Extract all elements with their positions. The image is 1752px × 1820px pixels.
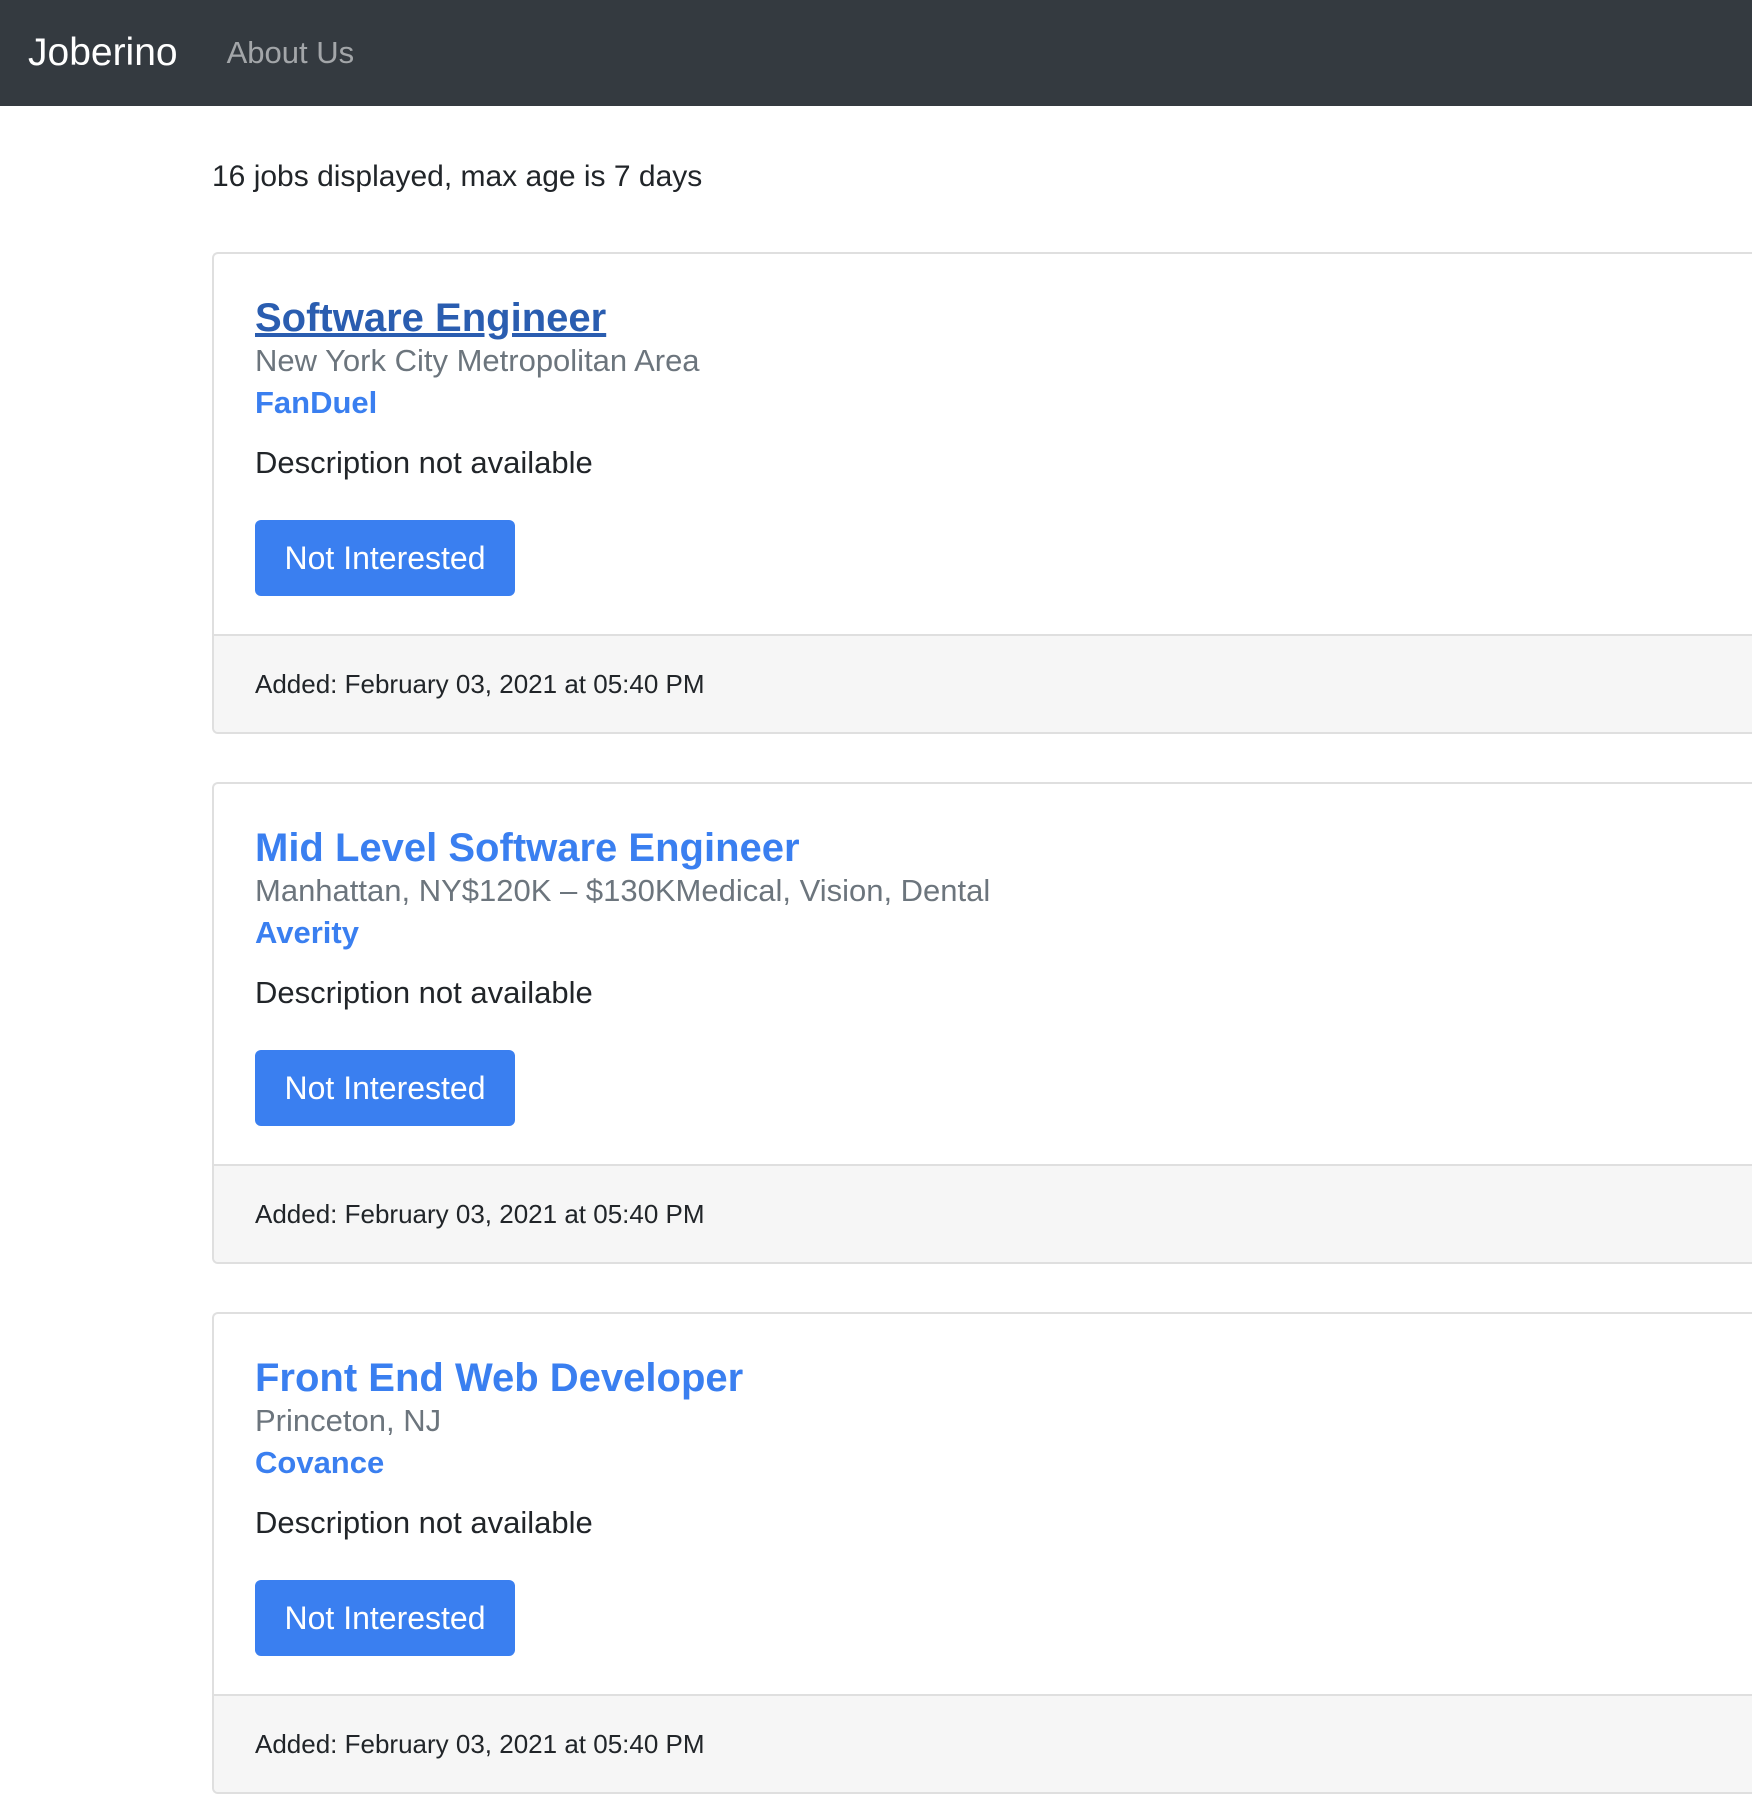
company-link[interactable]: FanDuel (255, 382, 1752, 424)
job-title-link[interactable]: Front End Web Developer (255, 1356, 743, 1400)
added-date: Added: February 03, 2021 at 05:40 PM (255, 1198, 705, 1229)
job-title-link[interactable]: Mid Level Software Engineer (255, 826, 800, 870)
navbar: Joberino About Us (0, 0, 1752, 106)
job-description: Description not available (255, 1505, 593, 1540)
job-location: New York City Metropolitan Area (255, 343, 700, 378)
not-interested-button[interactable]: Not Interested (255, 520, 515, 596)
card-footer: Added: February 03, 2021 at 05:40 PM (214, 1164, 1752, 1262)
brand-link[interactable]: Joberino (28, 31, 178, 75)
company-link[interactable]: Covance (255, 1442, 1752, 1484)
added-date: Added: February 03, 2021 at 05:40 PM (255, 668, 705, 699)
nav-about-us[interactable]: About Us (227, 35, 355, 71)
added-date: Added: February 03, 2021 at 05:40 PM (255, 1728, 705, 1759)
job-card: Software Engineer New York City Metropol… (212, 252, 1752, 734)
not-interested-button[interactable]: Not Interested (255, 1050, 515, 1126)
job-description: Description not available (255, 975, 593, 1010)
not-interested-button[interactable]: Not Interested (255, 1580, 515, 1656)
main-content: 16 jobs displayed, max age is 7 days Sof… (0, 160, 1752, 1794)
card-footer: Added: February 03, 2021 at 05:40 PM (214, 1694, 1752, 1792)
job-description: Description not available (255, 445, 593, 480)
job-location: Manhattan, NY$120K – $130KMedical, Visio… (255, 873, 991, 908)
job-card: Front End Web Developer Princeton, NJ Co… (212, 1312, 1752, 1794)
company-link[interactable]: Averity (255, 912, 1752, 954)
card-footer: Added: February 03, 2021 at 05:40 PM (214, 634, 1752, 732)
job-location: Princeton, NJ (255, 1403, 442, 1438)
job-card: Mid Level Software Engineer Manhattan, N… (212, 782, 1752, 1264)
job-title-link[interactable]: Software Engineer (255, 296, 606, 340)
jobs-summary: 16 jobs displayed, max age is 7 days (212, 160, 703, 193)
